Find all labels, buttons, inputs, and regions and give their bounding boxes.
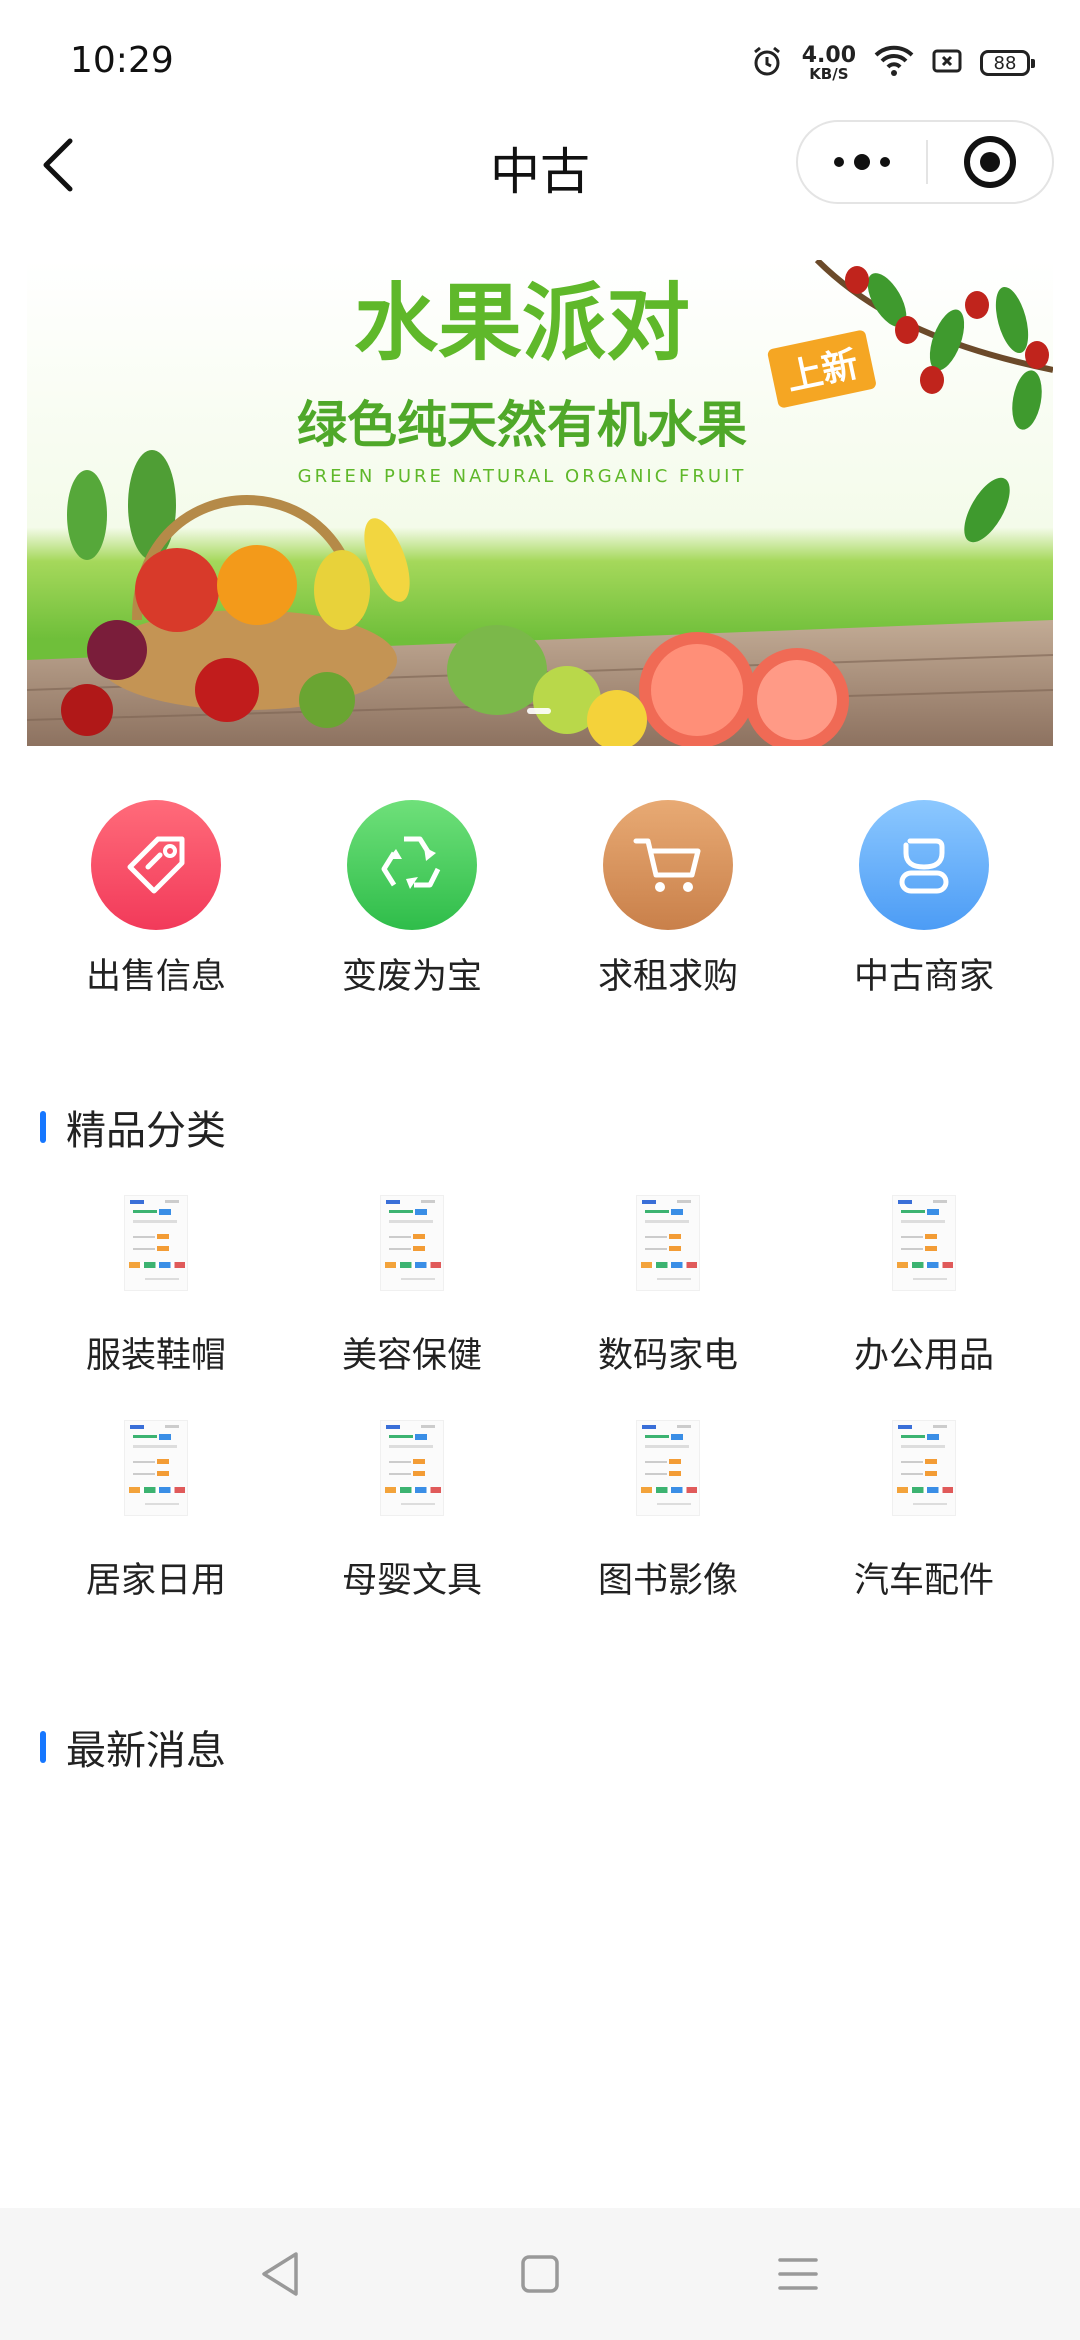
more-dots-icon xyxy=(834,157,844,167)
quick-item-recycle[interactable]: 变废为宝 xyxy=(302,800,522,999)
battery-icon: 88 xyxy=(980,50,1035,76)
triangle-back-icon xyxy=(262,2252,298,2296)
category-label: 居家日用 xyxy=(85,1561,226,1601)
merchant-icon xyxy=(859,800,989,930)
section-accent-bar xyxy=(40,1111,46,1143)
section-title: 最新消息 xyxy=(66,1728,226,1774)
cart-icon xyxy=(603,800,733,930)
net-speed-value: 4.00 xyxy=(801,42,856,68)
banner-subtitle: 绿色纯天然有机水果 xyxy=(297,396,747,454)
category-item[interactable]: 图书影像 xyxy=(558,1420,778,1603)
category-thumbnail xyxy=(124,1195,188,1291)
menu-lines-icon xyxy=(778,2258,818,2290)
system-back-button[interactable] xyxy=(250,2244,310,2304)
quick-item-merchant[interactable]: 中古商家 xyxy=(814,800,1034,999)
category-thumbnail xyxy=(892,1420,956,1516)
category-thumbnail xyxy=(380,1195,444,1291)
status-icons: 4.00 KB/S 88 xyxy=(750,42,1035,83)
quick-item-label: 出售信息 xyxy=(85,957,226,997)
target-close-icon xyxy=(964,136,1016,188)
net-speed: 4.00 KB/S xyxy=(801,42,856,83)
category-label: 美容保健 xyxy=(341,1336,482,1376)
category-thumbnail xyxy=(892,1195,956,1291)
category-label: 办公用品 xyxy=(853,1336,994,1376)
category-item[interactable]: 办公用品 xyxy=(814,1195,1034,1378)
category-item[interactable]: 数码家电 xyxy=(558,1195,778,1378)
banner-carousel[interactable]: 水果派对 绿色纯天然有机水果 GREEN PURE NATURAL ORGANI… xyxy=(27,260,1053,746)
close-button[interactable] xyxy=(928,122,1052,202)
category-item[interactable]: 母婴文具 xyxy=(302,1420,522,1603)
section-title: 精品分类 xyxy=(66,1108,226,1154)
wifi-icon xyxy=(874,45,914,81)
category-item[interactable]: 汽车配件 xyxy=(814,1420,1034,1603)
system-home-button[interactable] xyxy=(510,2244,570,2304)
category-label: 服装鞋帽 xyxy=(85,1336,226,1376)
quick-item-sale-info[interactable]: 出售信息 xyxy=(46,800,266,999)
system-nav-bar xyxy=(0,2208,1080,2340)
section-header-categories: 精品分类 xyxy=(40,1098,226,1156)
price-tag-icon xyxy=(91,800,221,930)
alarm-icon xyxy=(750,44,784,82)
banner-image: 水果派对 绿色纯天然有机水果 GREEN PURE NATURAL ORGANI… xyxy=(27,260,1053,746)
system-menu-button[interactable] xyxy=(768,2244,828,2304)
category-thumbnail xyxy=(124,1420,188,1516)
back-button[interactable] xyxy=(28,130,88,200)
category-item[interactable]: 居家日用 xyxy=(46,1420,266,1603)
net-speed-unit: KB/S xyxy=(809,64,849,83)
recycle-icon xyxy=(347,800,477,930)
category-thumbnail xyxy=(380,1420,444,1516)
more-button[interactable] xyxy=(798,122,926,202)
mini-program-capsule xyxy=(796,120,1054,204)
chevron-left-icon xyxy=(43,138,73,192)
square-home-icon xyxy=(521,2255,559,2293)
status-bar: 10:29 4.00 KB/S 88 xyxy=(0,0,1080,110)
category-thumbnail xyxy=(636,1420,700,1516)
banner-title: 水果派对 xyxy=(354,274,690,372)
category-item[interactable]: 服装鞋帽 xyxy=(46,1195,266,1378)
section-accent-bar xyxy=(40,1731,46,1763)
sim-icon xyxy=(932,48,962,78)
category-label: 图书影像 xyxy=(597,1561,738,1601)
category-label: 数码家电 xyxy=(597,1336,738,1376)
category-label: 汽车配件 xyxy=(853,1561,994,1601)
quick-item-label: 求租求购 xyxy=(597,957,738,997)
category-item[interactable]: 美容保健 xyxy=(302,1195,522,1378)
battery-level: 88 xyxy=(993,52,1017,74)
quick-menu: 出售信息 变废为宝 求租求购 中古商家 xyxy=(0,800,1080,1000)
quick-item-rent-buy[interactable]: 求租求购 xyxy=(558,800,778,999)
category-thumbnail xyxy=(636,1195,700,1291)
status-time: 10:29 xyxy=(70,40,174,81)
nav-bar: 中古 xyxy=(0,110,1080,220)
category-label: 母婴文具 xyxy=(341,1561,482,1601)
section-header-news: 最新消息 xyxy=(40,1718,226,1776)
quick-item-label: 变废为宝 xyxy=(341,957,482,997)
quick-item-label: 中古商家 xyxy=(853,957,994,997)
carousel-indicator xyxy=(527,708,551,714)
banner-english: GREEN PURE NATURAL ORGANIC FRUIT xyxy=(298,466,747,487)
